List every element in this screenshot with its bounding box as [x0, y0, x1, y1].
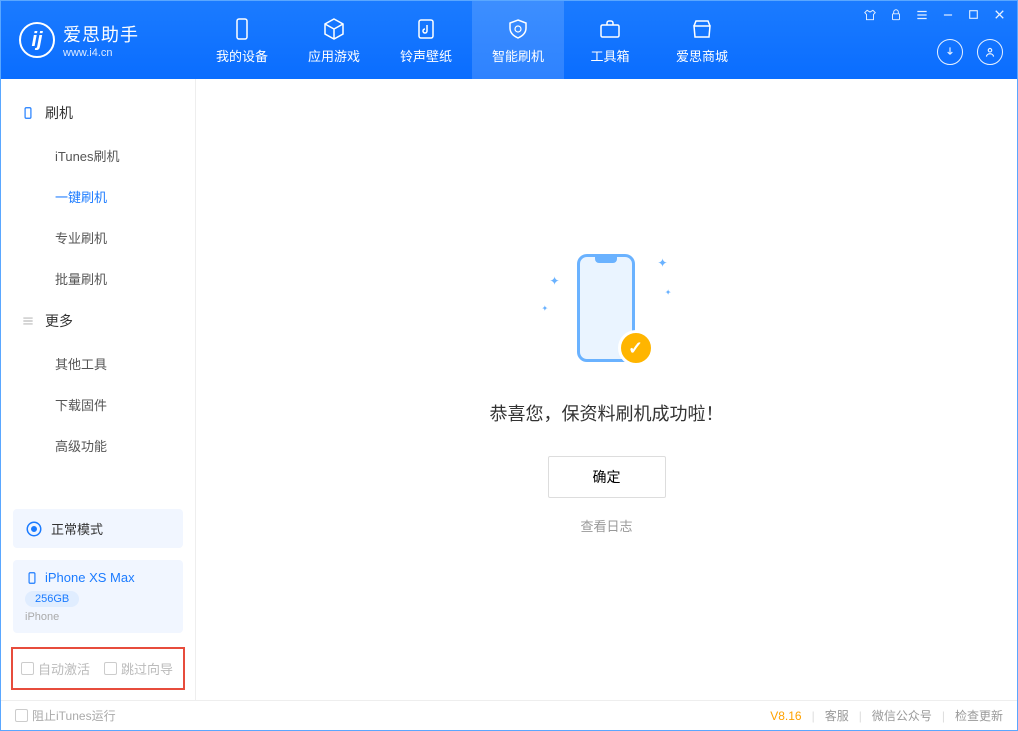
sidebar-group-flash: 刷机: [1, 91, 195, 135]
download-icon[interactable]: [937, 39, 963, 65]
close-icon[interactable]: [992, 7, 1007, 22]
checkbox-label: 阻止iTunes运行: [32, 707, 116, 724]
cube-icon: [321, 16, 347, 42]
tab-flash[interactable]: 智能刷机: [472, 1, 564, 79]
logo-icon: ij: [19, 22, 55, 58]
sidebar-item-firmware[interactable]: 下载固件: [1, 384, 195, 425]
sparkle-icon: ✦: [542, 304, 549, 313]
separator: |: [859, 709, 862, 723]
maximize-icon[interactable]: [967, 8, 980, 21]
app-url: www.i4.cn: [63, 47, 139, 59]
device-name: iPhone XS Max: [45, 570, 135, 585]
tab-apps[interactable]: 应用游戏: [288, 1, 380, 79]
device-icon: [229, 16, 255, 42]
sidebar: 刷机 iTunes刷机 一键刷机 专业刷机 批量刷机 更多 其他工具 下载固件 …: [1, 79, 196, 700]
version-label: V8.16: [770, 709, 801, 723]
checkbox-label: 跳过向导: [121, 659, 173, 678]
tab-ringtones[interactable]: 铃声壁纸: [380, 1, 472, 79]
footer-bar: 阻止iTunes运行 V8.16 | 客服 | 微信公众号 | 检查更新: [1, 700, 1017, 730]
sidebar-item-oneclick-flash[interactable]: 一键刷机: [1, 176, 195, 217]
refresh-shield-icon: [505, 16, 531, 42]
tab-toolbox[interactable]: 工具箱: [564, 1, 656, 79]
sparkle-icon: ✦: [657, 256, 667, 270]
minimize-icon[interactable]: [941, 8, 955, 22]
success-illustration: ✦ ✦ ✦ ✦ ✓: [542, 244, 672, 374]
checkbox-skip-wizard[interactable]: 跳过向导: [104, 659, 173, 678]
logo-area: ij 爱思助手 www.i4.cn: [1, 21, 196, 59]
success-message: 恭喜您，保资料刷机成功啦！: [490, 400, 724, 426]
header-bar: ij 爱思助手 www.i4.cn 我的设备 应用游戏 铃声壁纸 智能刷机 工具…: [1, 1, 1017, 79]
group-label: 更多: [45, 311, 73, 331]
ok-button[interactable]: 确定: [548, 456, 666, 498]
separator: |: [942, 709, 945, 723]
device-type: iPhone: [25, 611, 171, 623]
success-check-icon: ✓: [618, 330, 654, 366]
tab-label: 爱思商城: [676, 46, 728, 65]
sidebar-item-itunes-flash[interactable]: iTunes刷机: [1, 135, 195, 176]
view-log-link[interactable]: 查看日志: [580, 516, 632, 535]
sidebar-group-more: 更多: [1, 299, 195, 343]
tab-label: 工具箱: [590, 46, 629, 65]
tab-label: 铃声壁纸: [400, 46, 452, 65]
phone-icon: [21, 106, 35, 120]
sidebar-item-other-tools[interactable]: 其他工具: [1, 343, 195, 384]
device-storage: 256GB: [25, 591, 79, 607]
header-right-icons: [937, 39, 1003, 65]
device-small-icon: [25, 571, 39, 585]
tab-label: 应用游戏: [308, 46, 360, 65]
support-link[interactable]: 客服: [825, 707, 849, 724]
sparkle-icon: ✦: [665, 288, 672, 297]
music-file-icon: [413, 16, 439, 42]
sidebar-item-pro-flash[interactable]: 专业刷机: [1, 217, 195, 258]
tab-store[interactable]: 爱思商城: [656, 1, 748, 79]
list-icon: [21, 314, 35, 328]
device-info[interactable]: iPhone XS Max 256GB iPhone: [13, 560, 183, 633]
tab-label: 智能刷机: [492, 46, 544, 65]
wechat-link[interactable]: 微信公众号: [872, 707, 932, 724]
lock-icon[interactable]: [889, 8, 903, 22]
tab-label: 我的设备: [216, 46, 268, 65]
shirt-icon[interactable]: [863, 8, 877, 22]
briefcase-icon: [597, 16, 623, 42]
window-controls-top: [863, 7, 1007, 22]
sidebar-item-advanced[interactable]: 高级功能: [1, 425, 195, 466]
mode-indicator: 正常模式: [13, 509, 183, 548]
sparkle-icon: ✦: [550, 274, 560, 288]
store-icon: [689, 16, 715, 42]
group-label: 刷机: [45, 103, 73, 123]
sidebar-item-batch-flash[interactable]: 批量刷机: [1, 258, 195, 299]
mode-label: 正常模式: [51, 519, 103, 538]
checkbox-label: 自动激活: [38, 659, 90, 678]
menu-icon[interactable]: [915, 8, 929, 22]
check-update-link[interactable]: 检查更新: [955, 707, 1003, 724]
checkbox-auto-activate[interactable]: 自动激活: [21, 659, 90, 678]
checkbox-block-itunes[interactable]: 阻止iTunes运行: [15, 707, 116, 724]
flash-options-highlighted: 自动激活 跳过向导: [11, 647, 185, 690]
main-content: ✦ ✦ ✦ ✦ ✓ 恭喜您，保资料刷机成功啦！ 确定 查看日志: [196, 79, 1017, 700]
separator: |: [812, 709, 815, 723]
nav-tabs: 我的设备 应用游戏 铃声壁纸 智能刷机 工具箱 爱思商城: [196, 1, 748, 79]
tab-my-device[interactable]: 我的设备: [196, 1, 288, 79]
mode-icon: [25, 520, 43, 538]
app-name: 爱思助手: [63, 21, 139, 47]
user-icon[interactable]: [977, 39, 1003, 65]
